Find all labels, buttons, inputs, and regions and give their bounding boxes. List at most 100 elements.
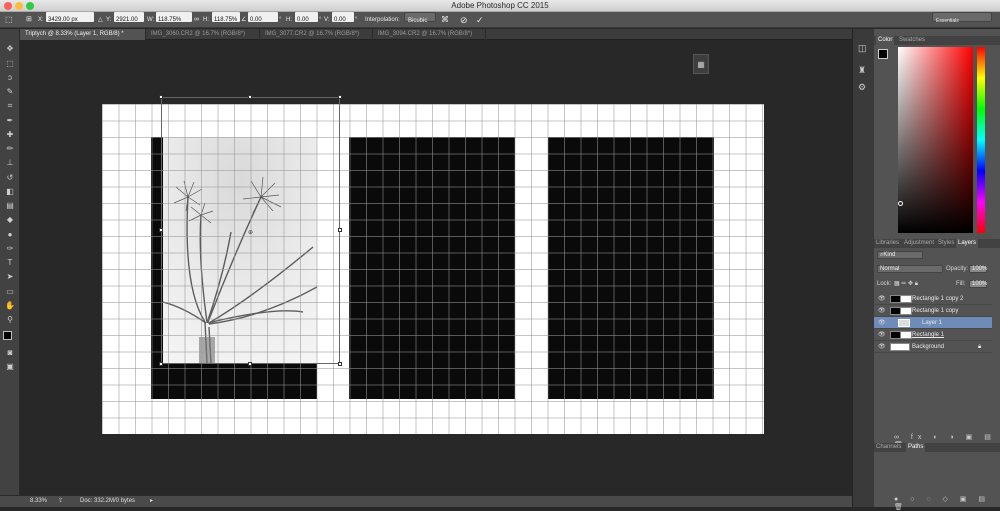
workspace-select[interactable]: Essentials xyxy=(932,12,992,24)
tab-triptych[interactable]: Triptych @ 8.33% (Layer 1, RGB/8) * xyxy=(20,29,146,40)
layer-row-selected[interactable]: 👁︎ Layer 1 xyxy=(874,317,992,329)
fill-field[interactable]: 100% xyxy=(969,280,987,288)
canvas-area[interactable]: ▦ ⊕ xyxy=(20,40,852,495)
path-select-icon[interactable]: ➤ xyxy=(3,271,17,282)
hand-tool-icon[interactable]: ✋ xyxy=(3,300,17,311)
height-field[interactable]: 118.75% xyxy=(212,12,240,23)
transform-handle[interactable] xyxy=(159,362,163,366)
tab-adjustments[interactable]: Adjustment xyxy=(904,239,934,248)
blend-mode-select[interactable]: Normal xyxy=(877,265,943,273)
status-menu-arrow-icon[interactable]: ▸ xyxy=(150,496,153,507)
eye-icon[interactable]: 👁︎ xyxy=(878,293,886,305)
layer-row[interactable]: 👁︎ Background 🔒︎ xyxy=(874,341,992,353)
degree-icon: ° xyxy=(319,17,322,23)
layer-filter-select[interactable]: ⌕Kind xyxy=(877,251,923,259)
transform-bounding-box[interactable]: ⊕ xyxy=(159,95,342,366)
warp-icon[interactable]: ⌘ xyxy=(441,12,449,28)
width-field[interactable]: 118.75% xyxy=(156,12,192,23)
quick-mask-icon[interactable]: ◙ xyxy=(3,347,17,358)
eye-icon[interactable]: 👁︎ xyxy=(878,317,886,329)
brush-tool-icon[interactable]: ✏ xyxy=(3,143,17,154)
y-position-field[interactable]: 2921.00 px xyxy=(114,12,144,39)
paths-panel-tabs: Channels Paths xyxy=(874,443,1000,452)
doc-size: Doc: 332.2M/0 bytes xyxy=(80,498,136,504)
color-panel-tabs: Color Swatches xyxy=(874,36,1000,45)
eyedropper-tool-icon[interactable]: ✒ xyxy=(3,115,17,126)
layer-row[interactable]: 👁︎ Rectangle 1 xyxy=(874,329,992,341)
clone-stamp-icon[interactable]: ⊥ xyxy=(3,157,17,168)
screen-mode-icon[interactable]: ▣ xyxy=(3,361,17,372)
color-picker-cursor[interactable] xyxy=(898,201,903,206)
history-panel-icon[interactable]: ◫ xyxy=(858,43,867,54)
angle-field[interactable]: 0.00 xyxy=(248,12,278,23)
h-skew-label: H: xyxy=(286,17,292,23)
paths-footer-icons[interactable]: ● ○ ◌ ◇ ▣ ▤ 🗑︎ xyxy=(894,495,1000,511)
opacity-field[interactable]: 100% xyxy=(969,265,987,273)
v-skew-field[interactable]: 0.00 xyxy=(332,12,354,23)
commit-transform-icon[interactable]: ✓ xyxy=(476,12,484,28)
pivot-point-icon[interactable]: ⊕ xyxy=(248,229,253,236)
tab-img-3060[interactable]: IMG_3060.CR2 @ 16.7% (RGB/8*) xyxy=(146,29,260,40)
tab-swatches[interactable]: Swatches xyxy=(899,36,925,45)
tab-channels[interactable]: Channels xyxy=(876,443,901,452)
move-tool-icon[interactable]: ✥ xyxy=(3,43,17,54)
zoom-tool-icon[interactable]: ⚲ xyxy=(3,314,17,325)
eye-icon[interactable]: 👁︎ xyxy=(878,305,886,317)
history-brush-icon[interactable]: ↺ xyxy=(3,172,17,183)
fill-label: Fill: xyxy=(956,281,966,287)
type-tool-icon[interactable]: T xyxy=(3,257,17,268)
degree-icon: ° xyxy=(355,17,358,23)
transform-handle[interactable] xyxy=(338,95,342,99)
foreground-color-swatch[interactable] xyxy=(3,331,12,340)
transform-handle[interactable] xyxy=(338,228,342,232)
blur-tool-icon[interactable]: ◆ xyxy=(3,214,17,225)
floating-properties-icon[interactable]: ▦ xyxy=(693,54,709,74)
relative-position-icon[interactable]: △ xyxy=(98,12,103,28)
transform-handle[interactable] xyxy=(248,362,252,366)
link-icon[interactable]: ∞ xyxy=(194,12,199,28)
lasso-tool-icon[interactable]: ↄ xyxy=(3,72,17,83)
layer-row[interactable]: 👁︎ Rectangle 1 copy 2 xyxy=(874,293,992,305)
zoom-level[interactable]: 8.33% xyxy=(30,496,47,507)
lock-icons[interactable]: ▦ ✏ ✥ 🔒︎ xyxy=(894,280,918,288)
tab-libraries[interactable]: Libraries xyxy=(876,239,899,248)
marquee-tool-icon[interactable]: ⬚ xyxy=(3,58,17,69)
crop-tool-icon[interactable]: ⌗ xyxy=(3,100,17,111)
gradient-tool-icon[interactable]: ▤ xyxy=(3,200,17,211)
layer-row[interactable]: 👁︎ Rectangle 1 copy xyxy=(874,305,992,317)
x-position-field[interactable]: 3429.00 px xyxy=(46,12,94,23)
hue-slider[interactable] xyxy=(977,47,985,233)
transform-handle[interactable] xyxy=(159,95,163,99)
transform-handle[interactable] xyxy=(248,95,252,99)
eye-icon[interactable]: 👁︎ xyxy=(878,341,886,353)
transform-handle[interactable] xyxy=(338,362,342,366)
interpolation-select[interactable]: Bicubic xyxy=(404,12,436,24)
panel-icon-strip: ◫ ♜ ⚙ xyxy=(852,29,874,507)
document-canvas[interactable]: ⊕ xyxy=(102,95,764,434)
color-picker-field[interactable] xyxy=(898,47,973,233)
actions-panel-icon[interactable]: ♜ xyxy=(858,65,866,76)
tab-styles[interactable]: Styles xyxy=(938,239,954,248)
tab-layers[interactable]: Layers xyxy=(956,239,979,248)
quick-select-tool-icon[interactable]: ✎ xyxy=(3,86,17,97)
eraser-tool-icon[interactable]: ◧ xyxy=(3,186,17,197)
tab-img-3077[interactable]: IMG_3077.CR2 @ 16.7% (RGB/8*) xyxy=(260,29,373,40)
dodge-tool-icon[interactable]: ● xyxy=(3,229,17,240)
h-label: H: xyxy=(203,17,209,23)
shape-tool-icon[interactable]: ▭ xyxy=(3,286,17,297)
tab-paths[interactable]: Paths xyxy=(906,443,926,452)
transform-tool-icon[interactable]: ⬚ xyxy=(5,12,13,28)
pen-tool-icon[interactable]: ✑ xyxy=(3,243,17,254)
reference-point-icon[interactable]: ⊞ xyxy=(26,12,32,28)
properties-panel-icon[interactable]: ⚙ xyxy=(858,82,866,93)
healing-brush-icon[interactable]: ✚ xyxy=(3,129,17,140)
tab-color[interactable]: Color xyxy=(876,36,895,45)
share-icon[interactable]: ⇪ xyxy=(58,496,63,507)
eye-icon[interactable]: 👁︎ xyxy=(878,329,886,341)
tab-img-3094[interactable]: IMG_3094.CR2 @ 16.7% (RGB/8*) xyxy=(373,29,486,40)
lock-icon: 🔒︎ xyxy=(978,344,982,350)
h-skew-field[interactable]: 0.00 xyxy=(295,12,318,23)
transform-handle[interactable] xyxy=(159,228,163,232)
foreground-swatch[interactable] xyxy=(878,49,888,59)
cancel-transform-icon[interactable]: ⊘ xyxy=(460,12,468,28)
